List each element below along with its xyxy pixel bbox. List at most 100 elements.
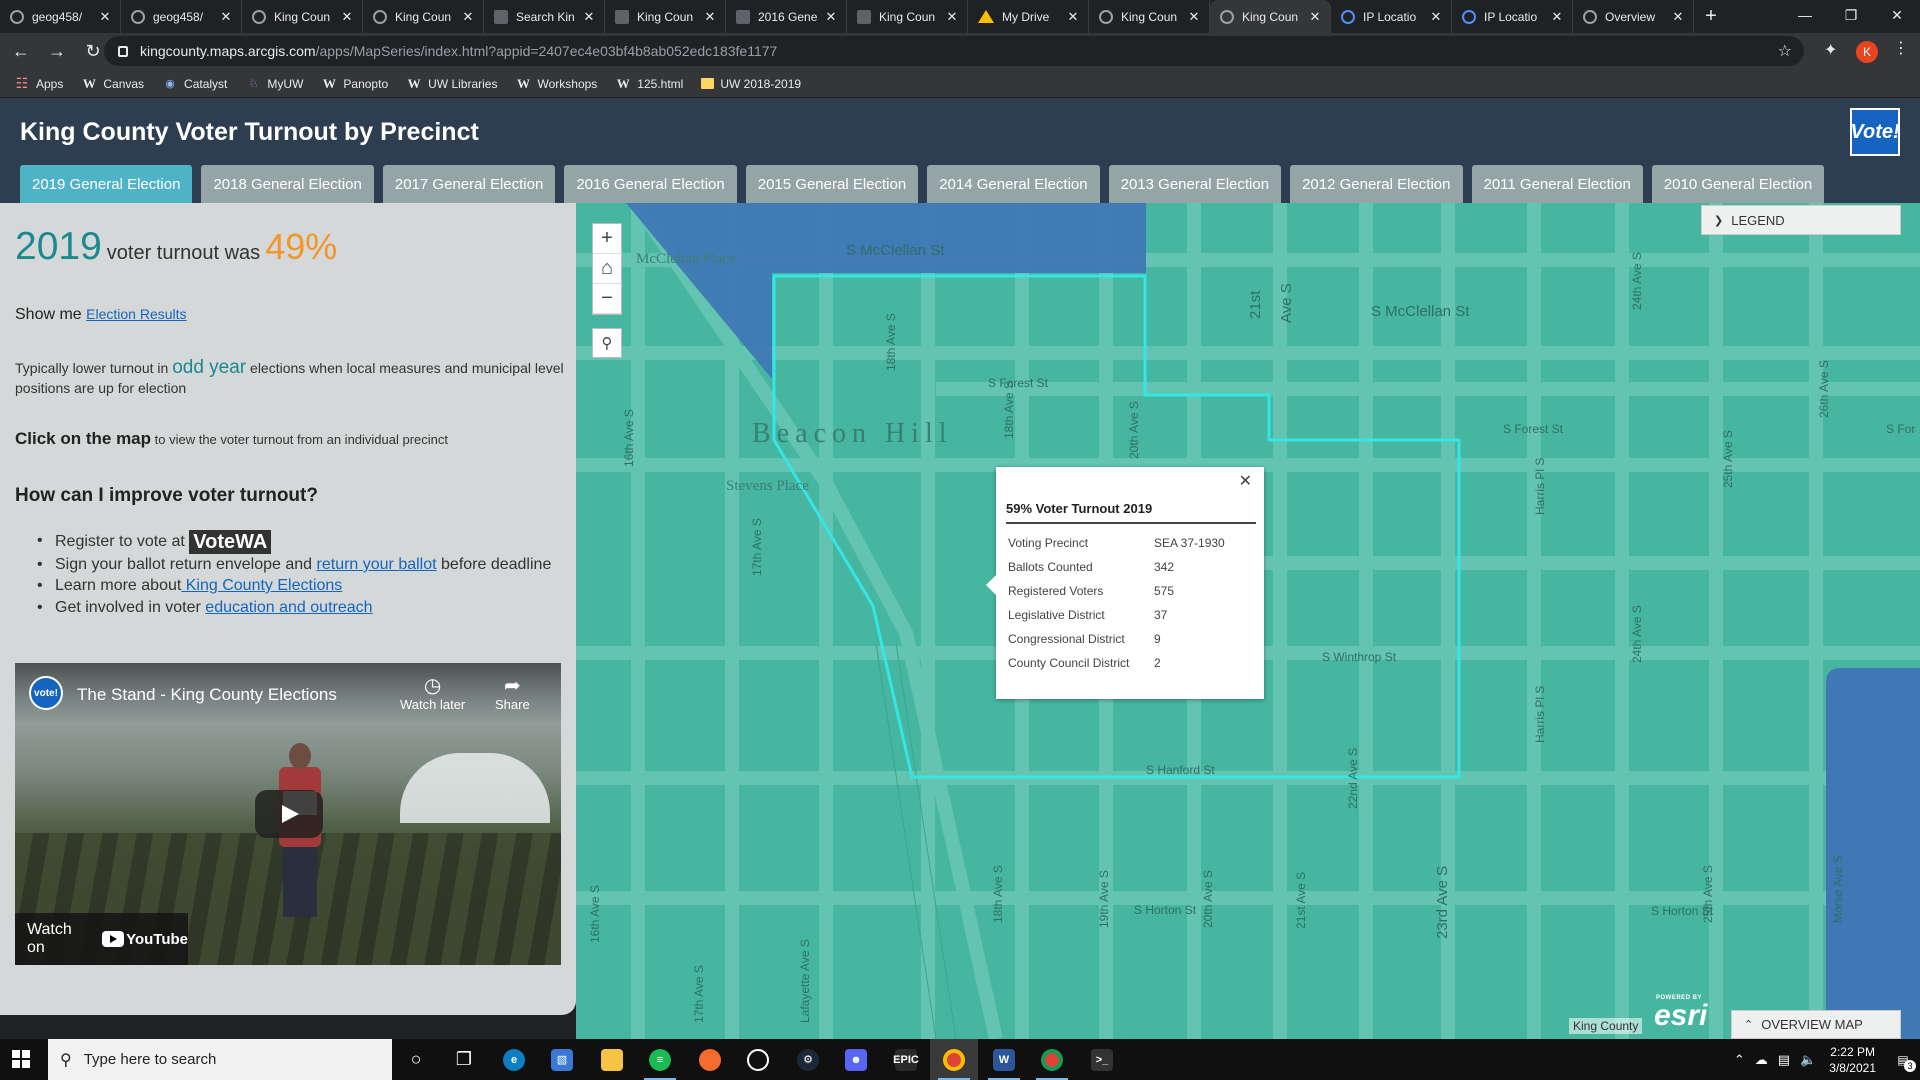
browser-menu-icon[interactable]: ⋮ <box>1893 38 1909 58</box>
browser-tab[interactable]: King Coun ✕ <box>1089 0 1210 33</box>
election-tab[interactable]: 2019 General Election <box>20 165 193 203</box>
browser-tab[interactable]: Search Kin ✕ <box>484 0 605 33</box>
discord-icon[interactable]: ☻ <box>832 1039 880 1080</box>
close-tab-icon[interactable]: ✕ <box>703 9 717 25</box>
forward-button[interactable]: → <box>42 37 72 67</box>
close-tab-icon[interactable]: ✕ <box>582 9 596 25</box>
browser-tab[interactable]: IP Locatio ✕ <box>1331 0 1452 33</box>
browser-tab[interactable]: My Drive ✕ <box>968 0 1089 33</box>
election-tab[interactable]: 2013 General Election <box>1108 165 1282 203</box>
store-icon[interactable]: ▧ <box>538 1039 586 1080</box>
election-tab[interactable]: 2018 General Election <box>201 165 374 203</box>
education-outreach-link[interactable]: education and outreach <box>205 599 372 616</box>
close-tab-icon[interactable]: ✕ <box>945 9 959 25</box>
popup-close-button[interactable]: ✕ <box>1239 471 1252 491</box>
browser-tab[interactable]: King Coun ✕ <box>242 0 363 33</box>
browser-tab[interactable]: King Coun ✕ <box>1210 0 1331 33</box>
terminal-icon[interactable]: >_ <box>1078 1039 1126 1080</box>
uplay-icon[interactable] <box>734 1039 782 1080</box>
profile-avatar[interactable]: K <box>1856 41 1878 63</box>
bookmark-item[interactable]: ☷ Apps <box>14 75 64 92</box>
close-tab-icon[interactable]: ✕ <box>461 9 475 25</box>
bookmark-item[interactable]: W Workshops <box>515 76 597 92</box>
cortana-icon[interactable]: ○ <box>392 1039 440 1080</box>
return-ballot-link[interactable]: return your ballot <box>317 556 437 573</box>
taskbar-search-box[interactable]: ⚲ Type here to search <box>48 1039 392 1080</box>
browser-tab[interactable]: geog458/ ✕ <box>0 0 121 33</box>
browser-tab[interactable]: King Coun ✕ <box>363 0 484 33</box>
precinct-low-turnout-right[interactable] <box>1826 668 1920 1039</box>
map-search-button[interactable]: ⚲ <box>592 328 622 358</box>
close-tab-icon[interactable]: ✕ <box>824 9 838 25</box>
steam-icon[interactable]: ⚙ <box>784 1039 832 1080</box>
close-tab-icon[interactable]: ✕ <box>1308 9 1322 25</box>
votewa-link[interactable]: VoteWA <box>189 530 272 554</box>
browser-tab[interactable]: King Coun ✕ <box>847 0 968 33</box>
bookmark-item[interactable]: ♘ MyUW <box>245 76 303 92</box>
epic-games-icon[interactable]: EPIC <box>882 1039 930 1080</box>
close-tab-icon[interactable]: ✕ <box>1550 9 1564 25</box>
address-bar[interactable]: kingcounty.maps.arcgis.com/apps/MapSerie… <box>104 36 1804 66</box>
file-explorer-icon[interactable] <box>588 1039 636 1080</box>
browser-tab[interactable]: geog458/ ✕ <box>121 0 242 33</box>
home-button[interactable]: ⌂ <box>593 254 621 284</box>
minimize-button[interactable]: — <box>1782 0 1828 30</box>
tray-chevron-icon[interactable]: ⌃ <box>1734 1052 1745 1068</box>
king-county-elections-link[interactable]: King County Elections <box>181 577 343 594</box>
extensions-icon[interactable]: ✦ <box>1824 40 1837 60</box>
map-attribution[interactable]: King County <box>1569 1018 1643 1034</box>
play-button[interactable] <box>255 790 323 838</box>
chrome-icon[interactable] <box>930 1039 978 1080</box>
channel-avatar[interactable]: vote! <box>29 676 63 710</box>
close-tab-icon[interactable]: ✕ <box>1187 9 1201 25</box>
back-button[interactable]: ← <box>6 37 36 67</box>
bookmark-item[interactable]: UW 2018-2019 <box>701 77 801 91</box>
overview-map-toggle[interactable]: ⌃ OVERVIEW MAP <box>1731 1010 1901 1039</box>
election-results-link[interactable]: Election Results <box>86 306 186 322</box>
watch-later-button[interactable]: ◷ Watch later <box>400 675 465 712</box>
youtube-embed[interactable]: vote! The Stand - King County Elections … <box>15 663 561 965</box>
esri-logo[interactable]: POWERED BY esri <box>1654 995 1707 1033</box>
legend-toggle[interactable]: ❯ LEGEND <box>1701 205 1901 235</box>
election-tab[interactable]: 2014 General Election <box>927 165 1100 203</box>
origin-icon[interactable] <box>686 1039 734 1080</box>
browser-tab[interactable]: IP Locatio ✕ <box>1452 0 1573 33</box>
chrome-icon-2[interactable] <box>1028 1039 1076 1080</box>
close-tab-icon[interactable]: ✕ <box>1429 9 1443 25</box>
election-tab[interactable]: 2015 General Election <box>745 165 919 203</box>
browser-tab[interactable]: 2016 Gene ✕ <box>726 0 847 33</box>
bookmark-item[interactable]: W Panopto <box>321 76 388 92</box>
election-tab[interactable]: 2010 General Election <box>1651 165 1825 203</box>
onedrive-icon[interactable]: ☁ <box>1755 1052 1768 1068</box>
bookmark-item[interactable]: W UW Libraries <box>406 76 498 92</box>
start-button[interactable] <box>12 1050 30 1068</box>
video-title[interactable]: The Stand - King County Elections <box>77 685 337 705</box>
close-window-button[interactable]: ✕ <box>1874 0 1920 30</box>
browser-tab[interactable]: King Coun ✕ <box>605 0 726 33</box>
volume-icon[interactable]: 🔈 <box>1800 1052 1816 1068</box>
bookmark-star-icon[interactable]: ☆ <box>1778 41 1792 61</box>
watch-on-youtube-button[interactable]: Watch on YouTube <box>15 913 188 965</box>
browser-tab[interactable]: Overview ✕ <box>1573 0 1694 33</box>
election-tab[interactable]: 2012 General Election <box>1290 165 1463 203</box>
edge-icon[interactable]: e <box>490 1039 538 1080</box>
close-tab-icon[interactable]: ✕ <box>98 9 112 25</box>
new-tab-button[interactable]: + <box>1694 0 1728 33</box>
notification-center-button[interactable]: ▤ 3 <box>1886 1039 1920 1080</box>
spotify-icon[interactable]: ≡ <box>636 1039 684 1080</box>
election-tab[interactable]: 2016 General Election <box>564 165 737 203</box>
map-view[interactable]: S McClellan St S McClellan St S Forest S… <box>576 203 1920 1039</box>
bookmark-item[interactable]: W 125.html <box>615 76 684 92</box>
close-tab-icon[interactable]: ✕ <box>340 9 354 25</box>
restore-button[interactable]: ❐ <box>1828 0 1874 30</box>
close-tab-icon[interactable]: ✕ <box>1671 9 1685 25</box>
clock[interactable]: 2:22 PM 3/8/2021 <box>1829 1044 1876 1076</box>
word-icon[interactable]: W <box>980 1039 1028 1080</box>
election-tab[interactable]: 2011 General Election <box>1471 165 1643 203</box>
bookmark-item[interactable]: W Canvas <box>81 76 144 92</box>
network-icon[interactable]: ▤ <box>1778 1052 1790 1068</box>
election-tab[interactable]: 2017 General Election <box>382 165 556 203</box>
close-tab-icon[interactable]: ✕ <box>1066 9 1080 25</box>
close-tab-icon[interactable]: ✕ <box>219 9 233 25</box>
zoom-out-button[interactable]: − <box>593 284 621 314</box>
